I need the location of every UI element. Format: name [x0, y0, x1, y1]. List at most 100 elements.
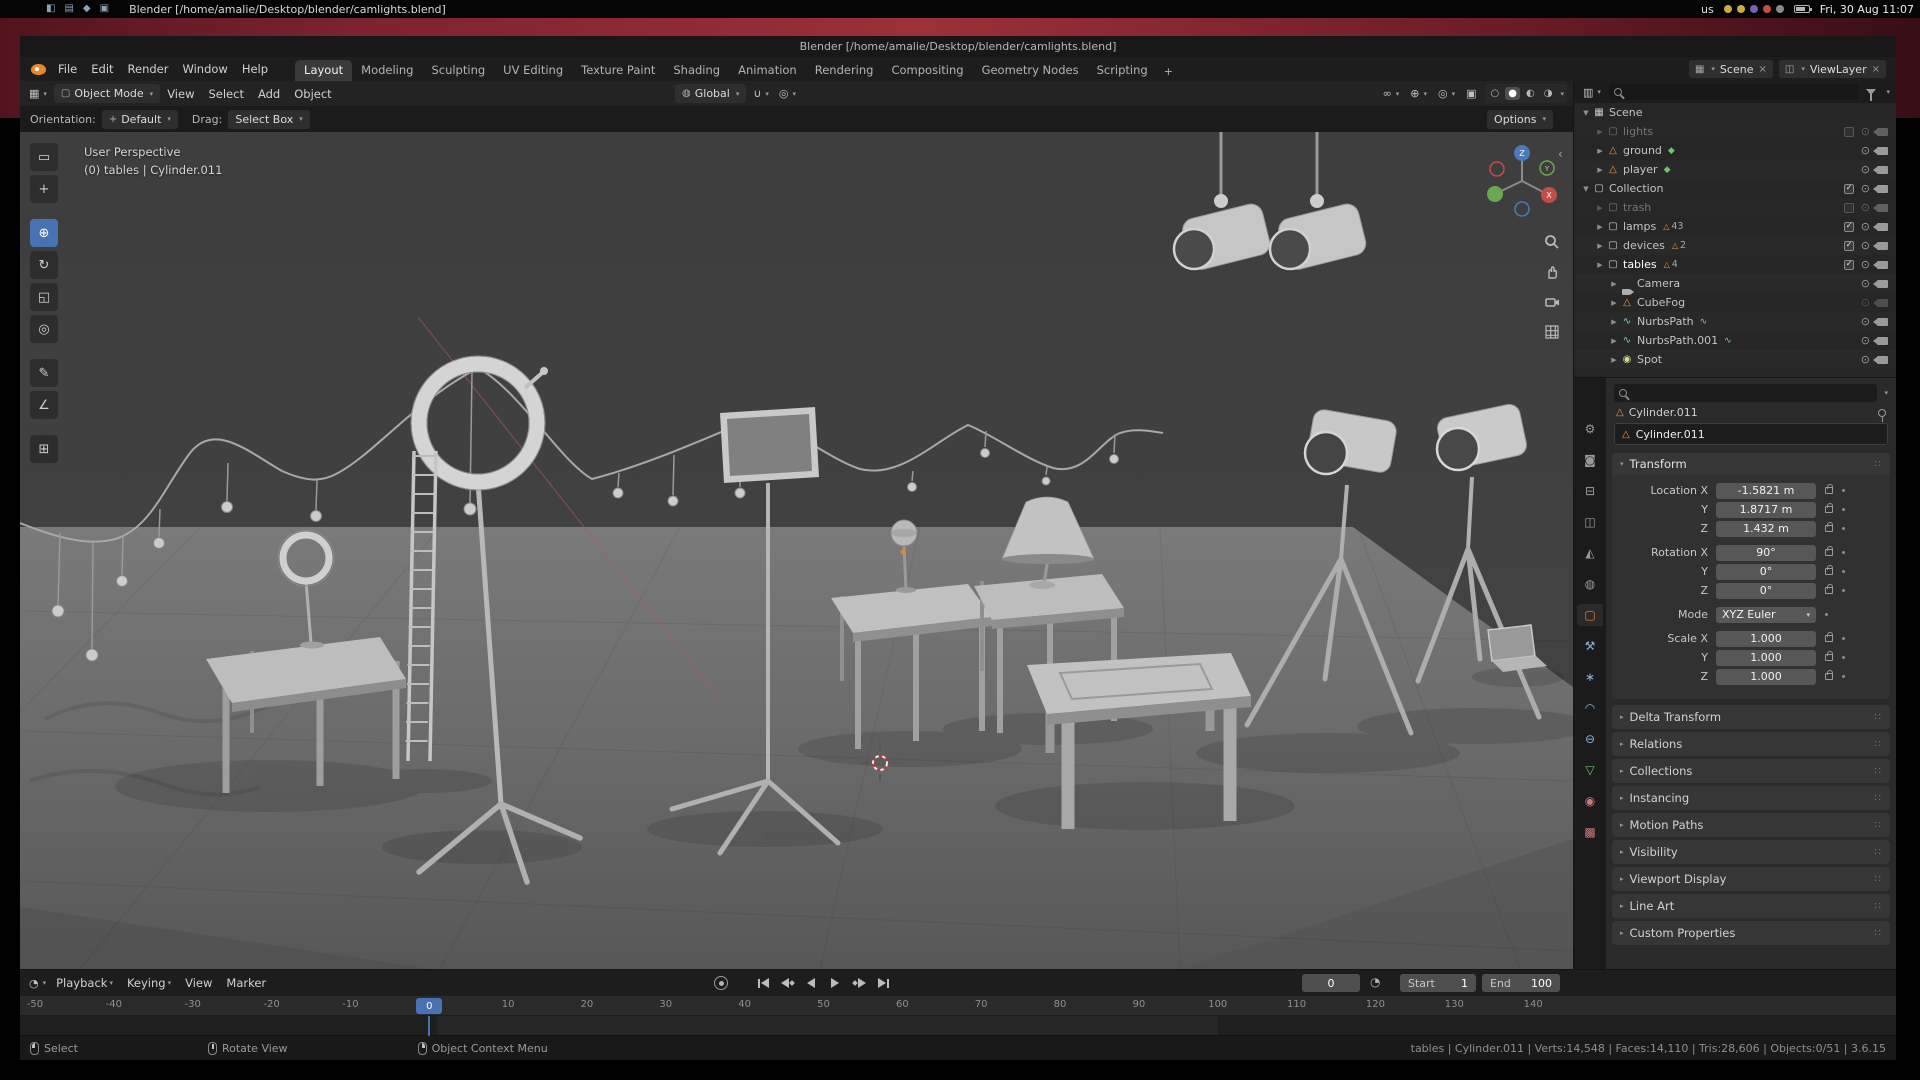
field-value[interactable]: 1.000▾	[1716, 650, 1816, 666]
tool-move[interactable]: ⊕	[30, 219, 58, 247]
hide-eye-icon[interactable]: ⊙	[1861, 127, 1870, 137]
ruler-tick[interactable]: 90	[1133, 999, 1146, 1010]
animate-dot-icon[interactable]	[1842, 637, 1845, 640]
current-frame-field[interactable]: 0	[1302, 974, 1360, 992]
ruler-tick[interactable]: 30	[659, 999, 672, 1010]
outliner-row-scene[interactable]: ▼ ▦ Scene	[1574, 103, 1896, 122]
outliner-row-lamps[interactable]: ▶ ▢ lamps △43 ⊙	[1574, 217, 1896, 236]
outliner-row-nurbspath[interactable]: ▶ ∿ NurbsPath ∿ ⊙	[1574, 312, 1896, 331]
grip-icon[interactable]: ∷	[1875, 874, 1882, 885]
exclude-checkbox[interactable]	[1844, 241, 1854, 251]
desktop-app-icon[interactable]: ▣	[100, 0, 109, 18]
animate-dot-icon[interactable]	[1842, 489, 1845, 492]
shading-wireframe-button[interactable]: ○	[1488, 87, 1503, 100]
timeline-menu-playback[interactable]: Playback▾	[49, 970, 120, 996]
workspace-tab-animation[interactable]: Animation	[729, 60, 806, 81]
next-keyframe-button[interactable]	[848, 974, 870, 992]
animate-dot-icon[interactable]	[1842, 656, 1845, 659]
viewport-canvas[interactable]	[20, 81, 1573, 969]
desktop-app-icon[interactable]: ◧	[46, 0, 55, 18]
shading-rendered-button[interactable]: ◑	[1541, 87, 1556, 100]
outliner-row-collection[interactable]: ▼ ▢ Collection ⊙	[1574, 179, 1896, 198]
breadcrumb-label[interactable]: Cylinder.011	[1629, 406, 1698, 419]
ruler-tick[interactable]: 120	[1366, 999, 1385, 1010]
ruler-tick[interactable]: 140	[1524, 999, 1543, 1010]
exclude-checkbox[interactable]	[1844, 203, 1854, 213]
window-titlebar[interactable]: Blender [/home/amalie/Desktop/blender/ca…	[20, 36, 1896, 57]
grip-icon[interactable]: ∷	[1875, 793, 1882, 804]
disable-render-icon[interactable]	[1877, 166, 1888, 174]
disable-render-icon[interactable]	[1877, 280, 1888, 288]
transform-panel-header[interactable]: ▾ Transform ∷	[1612, 453, 1890, 475]
blender-logo-icon[interactable]	[31, 64, 46, 75]
ruler-tick[interactable]: -10	[342, 999, 358, 1010]
properties-tab-render[interactable]: ◙	[1577, 449, 1603, 471]
grip-icon[interactable]: ∷	[1875, 712, 1882, 723]
section-collections[interactable]: ▸Collections∷	[1612, 759, 1890, 783]
expand-arrow-icon[interactable]: ▶	[1594, 166, 1606, 174]
workspace-tab-shading[interactable]: Shading	[664, 60, 729, 81]
section-instancing[interactable]: ▸Instancing∷	[1612, 786, 1890, 810]
properties-tab-view-layer[interactable]: ◫	[1577, 511, 1603, 533]
transform-orientation-dropdown[interactable]: ◍ Global ▾	[675, 84, 746, 103]
object-name-field[interactable]: △ Cylinder.011	[1614, 423, 1888, 445]
lock-icon[interactable]	[1825, 506, 1833, 513]
outliner-row-tables[interactable]: ▶ ▢ tables △4 ⊙	[1574, 255, 1896, 274]
overlays-dropdown[interactable]: ◎▾	[1435, 87, 1458, 100]
viewport-menu-view[interactable]: View	[160, 81, 201, 106]
field-value[interactable]: 1.000▾	[1716, 669, 1816, 685]
hide-eye-icon[interactable]: ⊙	[1861, 222, 1870, 232]
lock-icon[interactable]	[1825, 673, 1833, 680]
outliner-row-devices[interactable]: ▶ ▢ devices △2 ⊙	[1574, 236, 1896, 255]
ruler-tick[interactable]: 40	[738, 999, 751, 1010]
lock-icon[interactable]	[1825, 525, 1833, 532]
lock-icon[interactable]	[1825, 549, 1833, 556]
tool-rotate[interactable]: ↻	[30, 251, 58, 279]
disable-render-icon[interactable]	[1877, 147, 1888, 155]
ruler-tick[interactable]: -20	[263, 999, 279, 1010]
properties-tab-object-data[interactable]: ▽	[1577, 759, 1603, 781]
outliner-row-lights[interactable]: ▶ ▢ lights ⊙	[1574, 122, 1896, 141]
exclude-checkbox[interactable]	[1844, 260, 1854, 270]
frame-end-field[interactable]: End 100	[1482, 974, 1560, 992]
properties-tab-physics[interactable]: ◠	[1577, 697, 1603, 719]
animate-dot-icon[interactable]	[1842, 527, 1845, 530]
exclude-checkbox[interactable]	[1844, 222, 1854, 232]
expand-arrow-icon[interactable]: ▶	[1608, 299, 1620, 307]
field-value[interactable]: 1.432 m▾	[1716, 521, 1816, 537]
auto-keying-record-button[interactable]	[714, 976, 728, 990]
hide-eye-icon[interactable]: ⊙	[1861, 203, 1870, 213]
workspace-tab-texture-paint[interactable]: Texture Paint	[572, 60, 664, 81]
grip-icon[interactable]: ∷	[1875, 847, 1882, 858]
expand-arrow-icon[interactable]: ▶	[1608, 280, 1620, 288]
expand-arrow-icon[interactable]: ▶	[1608, 356, 1620, 364]
disable-render-icon[interactable]	[1877, 223, 1888, 231]
hide-eye-icon[interactable]: ⊙	[1861, 336, 1870, 346]
navigation-gizmo[interactable]: Z X Y	[1482, 141, 1562, 221]
gizmos-dropdown[interactable]: ⊕▾	[1407, 87, 1430, 100]
menu-render[interactable]: Render	[121, 57, 176, 81]
jump-to-end-button[interactable]	[872, 974, 894, 992]
desktop-app-icon[interactable]: ◆	[83, 0, 91, 18]
properties-tab-scene[interactable]: ◭	[1577, 542, 1603, 564]
editor-type-button[interactable]: ▦▾	[26, 87, 50, 100]
ruler-tick[interactable]: 70	[975, 999, 988, 1010]
hide-eye-icon[interactable]: ⊙	[1861, 241, 1870, 251]
disable-render-icon[interactable]	[1877, 204, 1888, 212]
properties-tab-object[interactable]: ▢	[1577, 604, 1603, 626]
workspace-tab-sculpting[interactable]: Sculpting	[422, 60, 494, 81]
lock-icon[interactable]	[1825, 587, 1833, 594]
workspace-tab-rendering[interactable]: Rendering	[806, 60, 883, 81]
menu-edit[interactable]: Edit	[84, 57, 120, 81]
animate-dot-icon[interactable]	[1825, 613, 1828, 616]
hide-eye-icon[interactable]: ⊙	[1861, 298, 1870, 308]
ruler-tick[interactable]: 100	[1208, 999, 1227, 1010]
viewport-menu-add[interactable]: Add	[251, 81, 287, 106]
editor-type-button[interactable]: ◔▾	[26, 977, 49, 990]
exclude-checkbox[interactable]	[1844, 127, 1854, 137]
menu-help[interactable]: Help	[235, 57, 275, 81]
lock-icon[interactable]	[1825, 568, 1833, 575]
desktop-app-icon[interactable]: ▤	[64, 0, 73, 18]
disable-render-icon[interactable]	[1877, 318, 1888, 326]
viewport-3d[interactable]: ▦▾ ▢ Object Mode ▾ ViewSelectAddObject ◍…	[20, 81, 1573, 969]
